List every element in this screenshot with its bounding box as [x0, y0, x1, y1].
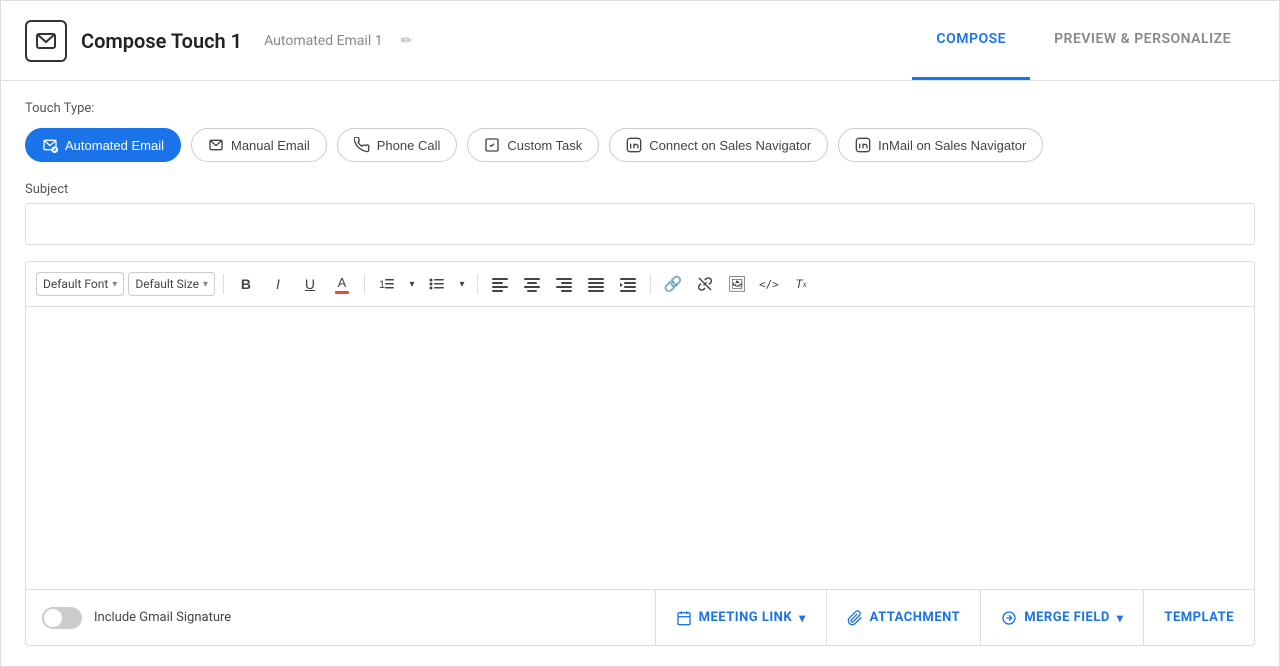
toolbar-separator-2	[364, 274, 365, 294]
font-size-arrow: ▾	[203, 279, 208, 290]
bold-button[interactable]: B	[232, 270, 260, 298]
toggle-slider	[42, 607, 82, 629]
meeting-link-label: MEETING LINK	[699, 610, 793, 625]
editor-toolbar: Default Font ▾ Default Size ▾ B I U A	[26, 262, 1254, 307]
header-subtitle: Automated Email 1	[264, 33, 382, 49]
unlink-button[interactable]	[691, 270, 719, 298]
font-size-select[interactable]: Default Size ▾	[128, 272, 215, 296]
align-center-icon	[524, 276, 540, 292]
tab-compose[interactable]: COMPOSE	[912, 1, 1030, 80]
header-tabs: COMPOSE PREVIEW & PERSONALIZE	[912, 1, 1255, 80]
attachment-icon	[847, 610, 863, 626]
connect-sales-navigator-label: Connect on Sales Navigator	[649, 138, 811, 153]
gmail-signature-label: Include Gmail Signature	[94, 610, 231, 625]
page-title: Compose Touch 1	[81, 29, 242, 53]
touch-type-label: Touch Type:	[25, 101, 1255, 116]
subject-input[interactable]	[25, 203, 1255, 245]
unordered-list-icon	[429, 276, 445, 292]
code-button[interactable]: </>	[755, 270, 783, 298]
align-center-button[interactable]	[518, 270, 546, 298]
ordered-list-button[interactable]: 1.	[373, 270, 401, 298]
toolbar-separator-3	[477, 274, 478, 294]
align-right-button[interactable]	[550, 270, 578, 298]
merge-field-label: MERGE FIELD	[1024, 610, 1110, 625]
manual-email-label: Manual Email	[231, 138, 310, 153]
footer-actions: MEETING LINK ▾ ATTACHMENT	[655, 590, 1254, 645]
automated-email-icon	[42, 137, 58, 153]
indent-button[interactable]	[614, 270, 642, 298]
phone-icon	[354, 137, 370, 153]
linkedin-icon	[626, 137, 642, 153]
tab-preview-personalize[interactable]: PREVIEW & PERSONALIZE	[1030, 1, 1255, 80]
font-size-label: Default Size	[135, 277, 199, 291]
touch-type-buttons: Automated Email Manual Email Phone Call	[25, 128, 1255, 162]
unordered-list-arrow[interactable]: ▾	[455, 270, 469, 298]
subject-label: Subject	[25, 182, 1255, 197]
unlink-icon	[697, 276, 713, 292]
touch-btn-automated-email[interactable]: Automated Email	[25, 128, 181, 162]
meeting-link-button[interactable]: MEETING LINK ▾	[656, 590, 826, 645]
touch-btn-inmail-sales-navigator[interactable]: InMail on Sales Navigator	[838, 128, 1043, 162]
font-color-button[interactable]: A	[328, 270, 356, 298]
link-button[interactable]: 🔗	[659, 270, 687, 298]
app-container: Compose Touch 1 Automated Email 1 ✏ COMP…	[0, 0, 1280, 667]
clear-format-button[interactable]: Tx	[787, 270, 815, 298]
linkedin-icon-2	[855, 137, 871, 153]
ordered-list-icon: 1.	[379, 276, 395, 292]
header-left: Compose Touch 1 Automated Email 1 ✏	[25, 20, 912, 62]
merge-field-button[interactable]: MERGE FIELD ▾	[980, 590, 1143, 645]
meeting-link-chevron: ▾	[799, 611, 806, 625]
font-family-arrow: ▾	[112, 279, 117, 290]
editor-footer: Include Gmail Signature MEETING LINK ▾	[26, 589, 1254, 645]
automated-email-label: Automated Email	[65, 138, 164, 153]
merge-icon	[1001, 610, 1017, 626]
editor-container: Default Font ▾ Default Size ▾ B I U A	[25, 261, 1255, 646]
align-justify-icon	[588, 276, 604, 292]
touch-btn-phone-call[interactable]: Phone Call	[337, 128, 458, 162]
font-family-label: Default Font	[43, 277, 108, 291]
underline-button[interactable]: U	[296, 270, 324, 298]
template-label: TEMPLATE	[1164, 610, 1234, 625]
toolbar-separator-1	[223, 274, 224, 294]
main-content: Touch Type: Automated Email Manual Email	[1, 81, 1279, 666]
align-right-icon	[556, 276, 572, 292]
calendar-icon	[676, 610, 692, 626]
ordered-list-arrow[interactable]: ▾	[405, 270, 419, 298]
unordered-list-button[interactable]	[423, 270, 451, 298]
merge-field-chevron: ▾	[1117, 611, 1124, 625]
indent-icon	[620, 276, 636, 292]
font-family-select[interactable]: Default Font ▾	[36, 272, 124, 296]
phone-call-label: Phone Call	[377, 138, 441, 153]
inmail-sales-navigator-label: InMail on Sales Navigator	[878, 138, 1026, 153]
italic-button[interactable]: I	[264, 270, 292, 298]
gmail-signature-toggle[interactable]	[42, 607, 82, 629]
image-button[interactable]: 🖼	[723, 270, 751, 298]
email-header-icon	[34, 29, 58, 53]
task-icon	[484, 137, 500, 153]
attachment-label: ATTACHMENT	[870, 610, 961, 625]
touch-btn-connect-sales-navigator[interactable]: Connect on Sales Navigator	[609, 128, 828, 162]
attachment-button[interactable]: ATTACHMENT	[826, 590, 981, 645]
touch-btn-manual-email[interactable]: Manual Email	[191, 128, 327, 162]
custom-task-label: Custom Task	[507, 138, 582, 153]
toolbar-separator-4	[650, 274, 651, 294]
svg-text:1.: 1.	[379, 279, 388, 291]
edit-icon[interactable]: ✏	[401, 33, 413, 49]
email-icon-box	[25, 20, 67, 62]
footer-left: Include Gmail Signature	[26, 607, 655, 629]
manual-email-icon	[208, 137, 224, 153]
touch-btn-custom-task[interactable]: Custom Task	[467, 128, 599, 162]
align-left-button[interactable]	[486, 270, 514, 298]
template-button[interactable]: TEMPLATE	[1143, 590, 1254, 645]
align-left-icon	[492, 276, 508, 292]
align-justify-button[interactable]	[582, 270, 610, 298]
editor-body[interactable]	[26, 307, 1254, 589]
header: Compose Touch 1 Automated Email 1 ✏ COMP…	[1, 1, 1279, 81]
